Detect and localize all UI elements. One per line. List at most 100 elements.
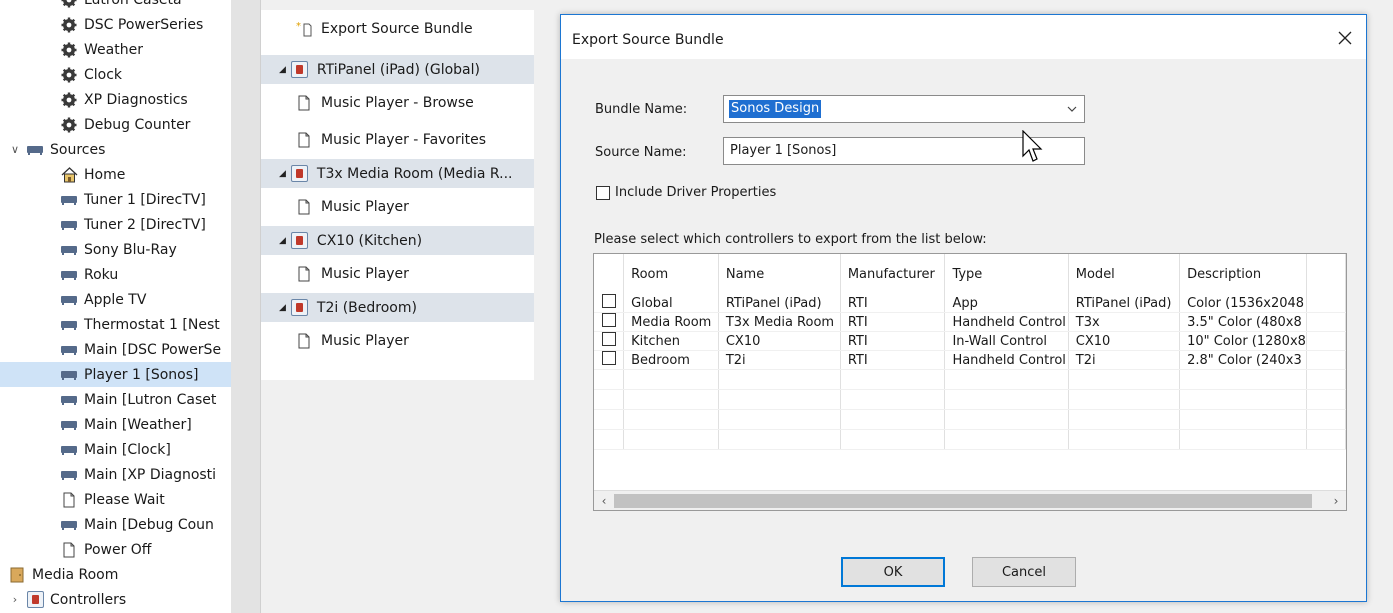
chevron-down-icon[interactable]: ∨ bbox=[8, 143, 22, 156]
grid-column-header[interactable]: Type bbox=[944, 254, 1069, 294]
source-icon bbox=[60, 191, 78, 209]
grid-cell: Media Room bbox=[623, 312, 719, 332]
empty-cell bbox=[594, 369, 625, 390]
tree-item[interactable]: Media Room bbox=[0, 562, 231, 587]
grid-cell-filler bbox=[1306, 331, 1346, 351]
controller-group-header[interactable]: ◢ T2i (Bedroom) bbox=[261, 292, 534, 322]
source-icon bbox=[60, 366, 78, 384]
controller-icon bbox=[291, 61, 309, 79]
home-icon bbox=[60, 166, 78, 184]
cancel-button[interactable]: Cancel bbox=[972, 557, 1076, 587]
tree-item[interactable]: Sony Blu-Ray bbox=[0, 237, 231, 262]
tree-item[interactable]: Main [DSC PowerSe bbox=[0, 337, 231, 362]
empty-cell bbox=[1068, 409, 1181, 430]
table-row[interactable]: Global RTiPanel (iPad) RTI App RTiPanel (iPa… bbox=[594, 294, 1346, 313]
grid-cell: T3x Media Room bbox=[718, 312, 841, 332]
tree-item-label: Clock bbox=[84, 66, 123, 83]
tree-item[interactable]: Clock bbox=[0, 62, 231, 87]
dialog-title-bar: Export Source Bundle bbox=[561, 15, 1366, 59]
scrollbar-thumb[interactable] bbox=[614, 494, 1312, 508]
tree-item[interactable]: DSC PowerSeries bbox=[0, 12, 231, 37]
tree-item[interactable]: ∨ Sources bbox=[0, 137, 231, 162]
controller-group-header[interactable]: ◢ RTiPanel (iPad) (Global) bbox=[261, 54, 534, 84]
row-checkbox[interactable] bbox=[601, 313, 616, 327]
project-tree[interactable]: Lutron Caseta DSC PowerSeries Weather Clock… bbox=[0, 0, 231, 613]
collapse-triangle-icon[interactable]: ◢ bbox=[279, 236, 286, 246]
export-source-bundle-item[interactable]: * Export Source Bundle bbox=[261, 10, 534, 47]
tree-item[interactable]: Player 1 [Sonos] bbox=[0, 362, 231, 387]
tree-item[interactable]: Tuner 1 [DirecTV] bbox=[0, 187, 231, 212]
page-item[interactable]: Music Player bbox=[261, 188, 534, 225]
row-checkbox[interactable] bbox=[601, 332, 616, 346]
tree-item[interactable]: Main [XP Diagnosti bbox=[0, 462, 231, 487]
tree-item[interactable]: Weather bbox=[0, 37, 231, 62]
tree-item[interactable]: XP Diagnostics bbox=[0, 87, 231, 112]
tree-item[interactable]: Power Off bbox=[0, 537, 231, 562]
include-driver-properties[interactable]: Include Driver Properties bbox=[596, 185, 776, 200]
bundle-name-combobox[interactable]: Sonos Design bbox=[723, 95, 1085, 123]
empty-cell bbox=[718, 429, 841, 450]
tree-item[interactable]: Lutron Caseta bbox=[0, 0, 231, 12]
page-icon bbox=[295, 94, 313, 112]
table-row[interactable]: Kitchen CX10 RTI In-Wall Control CX10 10" Col… bbox=[594, 331, 1346, 351]
grid-column-header[interactable]: Manufacturer bbox=[840, 254, 946, 294]
bundle-name-value[interactable]: Sonos Design bbox=[729, 100, 822, 118]
include-driver-checkbox[interactable] bbox=[596, 185, 610, 200]
scroll-left-icon[interactable]: ‹ bbox=[594, 491, 614, 510]
controllers-grid[interactable]: Room Name Manufacturer Type Model Description… bbox=[593, 253, 1347, 511]
table-row[interactable]: Bedroom T2i RTI Handheld Control T2i 2.8" Col… bbox=[594, 350, 1346, 370]
grid-column-header[interactable]: Name bbox=[718, 254, 841, 294]
tree-item[interactable]: Main [Weather] bbox=[0, 412, 231, 437]
tree-item-label: XP Diagnostics bbox=[84, 91, 188, 108]
row-checkbox-cell[interactable] bbox=[594, 294, 625, 313]
grid-column-header[interactable]: Description bbox=[1179, 254, 1307, 294]
mouse-cursor-icon bbox=[1022, 129, 1046, 168]
grid-column-header[interactable]: Room bbox=[623, 254, 719, 294]
grid-cell: Kitchen bbox=[623, 331, 719, 351]
empty-cell bbox=[1179, 429, 1307, 450]
panel-splitter[interactable] bbox=[231, 0, 261, 613]
collapse-triangle-icon[interactable]: ◢ bbox=[279, 169, 286, 179]
page-icon bbox=[60, 491, 78, 509]
row-checkbox-cell[interactable] bbox=[594, 350, 625, 370]
tree-item[interactable]: Roku bbox=[0, 262, 231, 287]
controller-icon bbox=[26, 591, 44, 609]
row-checkbox[interactable] bbox=[601, 294, 616, 308]
row-checkbox-cell[interactable] bbox=[594, 331, 625, 351]
source-icon bbox=[60, 341, 78, 359]
empty-cell bbox=[944, 389, 1069, 410]
tree-item[interactable]: › Controllers bbox=[0, 587, 231, 612]
chevron-down-icon[interactable] bbox=[1066, 103, 1078, 115]
horizontal-scrollbar[interactable]: ‹ › bbox=[594, 490, 1346, 510]
page-item[interactable]: Music Player - Browse bbox=[261, 84, 534, 121]
page-item[interactable]: Music Player - Favorites bbox=[261, 121, 534, 158]
tree-item-label: Sony Blu-Ray bbox=[84, 241, 177, 258]
tree-item[interactable]: Apple TV bbox=[0, 287, 231, 312]
controller-group-header[interactable]: ◢ T3x Media Room (Media R... bbox=[261, 158, 534, 188]
grid-cell: In-Wall Control bbox=[944, 331, 1069, 351]
scroll-right-icon[interactable]: › bbox=[1326, 491, 1346, 510]
ok-button[interactable]: OK bbox=[841, 557, 945, 587]
empty-cell bbox=[594, 389, 625, 410]
tree-item[interactable]: Debug Counter bbox=[0, 112, 231, 137]
tree-item[interactable]: Main [Lutron Caset bbox=[0, 387, 231, 412]
tree-item[interactable]: Main [Clock] bbox=[0, 437, 231, 462]
close-icon[interactable] bbox=[1332, 25, 1358, 51]
controller-group-header[interactable]: ◢ CX10 (Kitchen) bbox=[261, 225, 534, 255]
table-row[interactable]: Media Room T3x Media Room RTI Handheld Cont… bbox=[594, 312, 1346, 332]
row-checkbox[interactable] bbox=[601, 351, 616, 365]
collapse-triangle-icon[interactable]: ◢ bbox=[279, 303, 286, 313]
tree-item[interactable]: Home bbox=[0, 162, 231, 187]
grid-column-header[interactable]: Model bbox=[1068, 254, 1181, 294]
collapse-triangle-icon[interactable]: ◢ bbox=[279, 65, 286, 75]
row-checkbox-cell[interactable] bbox=[594, 312, 625, 332]
page-item[interactable]: Music Player bbox=[261, 322, 534, 359]
gear-icon bbox=[60, 0, 78, 9]
chevron-right-icon[interactable]: › bbox=[8, 593, 22, 606]
tree-item[interactable]: Main [Debug Coun bbox=[0, 512, 231, 537]
tree-item[interactable]: Thermostat 1 [Nest bbox=[0, 312, 231, 337]
page-item[interactable]: Music Player bbox=[261, 255, 534, 292]
tree-item[interactable]: Please Wait bbox=[0, 487, 231, 512]
tree-item[interactable]: Tuner 2 [DirecTV] bbox=[0, 212, 231, 237]
tree-item-label: Apple TV bbox=[84, 291, 147, 308]
